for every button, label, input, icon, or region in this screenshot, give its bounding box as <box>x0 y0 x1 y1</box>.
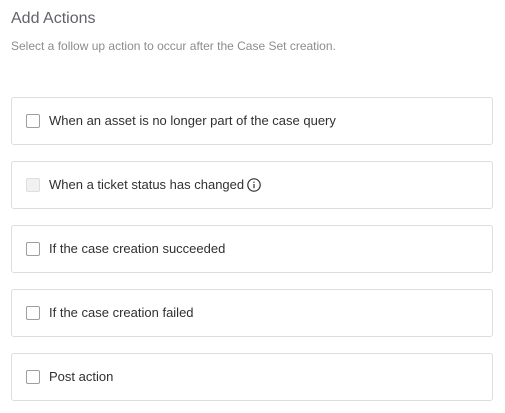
option-label-text: When a ticket status has changed <box>49 177 245 192</box>
option-label: If the case creation failed <box>49 305 194 320</box>
add-actions-panel: Add Actions Select a follow up action to… <box>0 0 505 413</box>
post-action-checkbox[interactable] <box>26 370 40 384</box>
option-post-action[interactable]: Post action <box>11 353 493 401</box>
case-creation-succeeded-checkbox[interactable] <box>26 242 40 256</box>
asset-no-longer-in-query-checkbox[interactable] <box>26 114 40 128</box>
ticket-status-changed-checkbox <box>26 178 40 192</box>
panel-subtitle: Select a follow up action to occur after… <box>11 39 336 53</box>
option-case-creation-failed[interactable]: If the case creation failed <box>11 289 493 337</box>
case-creation-failed-checkbox[interactable] <box>26 306 40 320</box>
option-label: When an asset is no longer part of the c… <box>49 113 336 128</box>
option-label: When a ticket status has changed <box>49 177 261 193</box>
option-label: If the case creation succeeded <box>49 241 226 256</box>
panel-title: Add Actions <box>11 10 96 27</box>
option-ticket-status-changed[interactable]: When a ticket status has changed <box>11 161 493 209</box>
option-asset-no-longer-in-query[interactable]: When an asset is no longer part of the c… <box>11 97 493 145</box>
option-case-creation-succeeded[interactable]: If the case creation succeeded <box>11 225 493 273</box>
info-icon[interactable] <box>247 178 261 192</box>
option-label: Post action <box>49 369 114 384</box>
